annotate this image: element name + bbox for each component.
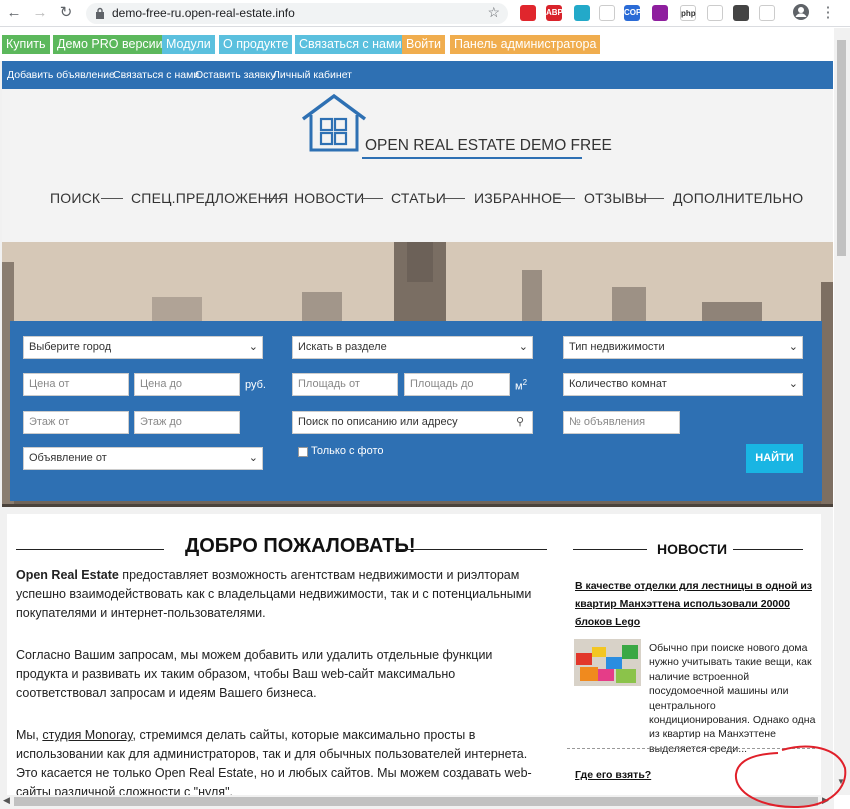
chevron-down-icon: ⌄ — [248, 452, 258, 464]
bolt-icon[interactable] — [707, 5, 723, 21]
top-button-bar: Купить Демо PRO версии Модули О продукте Свя… — [0, 28, 833, 61]
property-type-select[interactable]: Тип недвижимости ⌄ — [563, 336, 803, 359]
house-logo-icon[interactable] — [301, 93, 367, 153]
subnav-contact[interactable]: Связаться с нами — [113, 69, 199, 81]
rooms-select[interactable]: Количество комнат ⌄ — [563, 373, 803, 396]
price-from-input[interactable]: Цена от — [23, 373, 129, 396]
scroll-left-arrow-icon[interactable]: ◀ — [3, 795, 10, 806]
ghost-icon[interactable] — [574, 5, 590, 21]
currency-label: руб. — [245, 379, 266, 391]
hero-banner: Выберите город ⌄ Искать в разделе ⌄ Тип не… — [2, 242, 833, 507]
puzzle-dots-icon[interactable] — [652, 5, 668, 21]
menu-separator — [553, 198, 575, 199]
chevron-down-icon: ⌄ — [788, 341, 798, 353]
monoray-link[interactable]: студия Monoray — [42, 728, 132, 742]
menu-search[interactable]: ПОИСК — [50, 190, 100, 206]
news-rule — [573, 549, 647, 550]
subnav-leave-request[interactable]: Оставить заявку — [195, 69, 275, 81]
news-rule — [733, 549, 803, 550]
top-button-5[interactable]: Войти — [402, 35, 445, 54]
menu-reviews[interactable]: ОТЗЫВЫ — [584, 190, 647, 206]
search-form: Выберите город ⌄ Искать в разделе ⌄ Тип не… — [10, 321, 822, 501]
listing-from-select[interactable]: Объявление от ⌄ — [23, 447, 263, 470]
top-button-2[interactable]: Модули — [162, 35, 215, 54]
area-from-input[interactable]: Площадь от — [292, 373, 398, 396]
photo-only-label: Только с фото — [311, 445, 384, 457]
opera-icon[interactable] — [520, 5, 536, 21]
profile-icon[interactable] — [791, 3, 811, 23]
price-to-input[interactable]: Цена до — [134, 373, 240, 396]
browser-menu-icon[interactable]: ⋮ — [818, 3, 838, 23]
horizontal-scrollbar-thumb[interactable] — [14, 797, 818, 806]
top-button-1[interactable]: Демо PRO версии — [53, 35, 167, 54]
description-search-input[interactable]: Поиск по описанию или адресу ⚲ — [292, 411, 533, 434]
mask-icon[interactable] — [733, 5, 749, 21]
logo-underline — [362, 157, 582, 159]
main-content: ДОБРО ПОЖАЛОВАТЬ! Open Real Estate предо… — [7, 514, 821, 795]
menu-more[interactable]: ДОПОЛНИТЕЛЬНО — [673, 190, 803, 206]
floor-to-input[interactable]: Этаж до — [134, 411, 240, 434]
area-unit-label: м2 — [515, 378, 528, 393]
copy-icon[interactable]: COPY — [624, 5, 647, 21]
site-header: OPEN REAL ESTATE DEMO FREE — [2, 89, 833, 243]
title-rule — [16, 549, 164, 550]
user-nav: Добавить объявление Связаться с нами Ост… — [2, 61, 833, 89]
listing-number-input[interactable]: № объявления — [563, 411, 680, 434]
area-to-input[interactable]: Площадь до — [404, 373, 510, 396]
bookmark-star-icon[interactable]: ☆ — [487, 4, 500, 21]
title-rule — [395, 549, 547, 550]
photo-only-checkbox[interactable] — [298, 447, 308, 457]
browser-toolbar: ← → ↻ demo-free-ru.open-real-estate.info… — [0, 0, 850, 27]
subnav-account[interactable]: Личный кабинет — [273, 69, 352, 81]
menu-articles[interactable]: СТАТЬИ — [391, 190, 446, 206]
annotation-circle — [734, 745, 847, 809]
radio-icon[interactable] — [759, 5, 775, 21]
news-title: НОВОСТИ — [657, 541, 728, 557]
top-button-4[interactable]: Связаться с нами — [295, 35, 406, 54]
floor-from-input[interactable]: Этаж от — [23, 411, 129, 434]
news-item-title[interactable]: В качестве отделки для лестницы в одной … — [575, 577, 815, 631]
back-icon[interactable]: ← — [4, 3, 24, 23]
forward-icon[interactable]: → — [30, 3, 50, 23]
welcome-paragraph-2: Согласно Вашим запросам, мы можем добави… — [16, 648, 493, 700]
menu-separator — [361, 198, 383, 199]
vertical-scrollbar-thumb[interactable] — [837, 40, 846, 256]
welcome-title: ДОБРО ПОЖАЛОВАТЬ! — [185, 535, 416, 557]
search-icon: ⚲ — [515, 416, 524, 428]
menu-separator — [264, 198, 286, 199]
address-bar[interactable]: demo-free-ru.open-real-estate.info ☆ — [86, 3, 508, 24]
chevron-down-icon: ⌄ — [248, 341, 258, 353]
find-button[interactable]: НАЙТИ — [746, 444, 803, 473]
reload-icon[interactable]: ↻ — [56, 3, 76, 23]
logo-text[interactable]: OPEN REAL ESTATE DEMO FREE — [365, 137, 612, 155]
menu-separator — [443, 198, 465, 199]
php-icon[interactable]: php — [680, 5, 696, 21]
city-select[interactable]: Выберите город ⌄ — [23, 336, 263, 359]
section-select[interactable]: Искать в разделе ⌄ — [292, 336, 533, 359]
cloud-icon[interactable] — [599, 5, 615, 21]
menu-separator — [642, 198, 664, 199]
menu-news[interactable]: НОВОСТИ — [294, 190, 364, 206]
top-button-6[interactable]: Панель администратора — [450, 35, 601, 54]
url-text: demo-free-ru.open-real-estate.info — [112, 6, 295, 20]
welcome-paragraph-1: Open Real Estate предоставляет возможнос… — [16, 568, 532, 620]
chevron-down-icon: ⌄ — [788, 378, 798, 390]
page-viewport: Купить Демо PRO версии Модули О продукте Свя… — [0, 28, 833, 795]
top-button-3[interactable]: О продукте — [219, 35, 293, 54]
adblock-icon[interactable]: ABP — [546, 5, 563, 21]
menu-favorites[interactable]: ИЗБРАННОЕ — [474, 190, 562, 206]
lock-icon — [96, 7, 104, 19]
top-button-0[interactable]: Купить — [2, 35, 50, 54]
chevron-down-icon: ⌄ — [518, 341, 528, 353]
lego-news-image[interactable] — [574, 639, 641, 686]
menu-separator — [101, 198, 123, 199]
welcome-paragraph-3: Мы, студия Monoray, стремимся делать сай… — [16, 728, 532, 795]
news-item-excerpt: Обычно при поиске нового дома нужно учит… — [649, 642, 816, 755]
subnav-add-listing[interactable]: Добавить объявление — [7, 69, 115, 81]
